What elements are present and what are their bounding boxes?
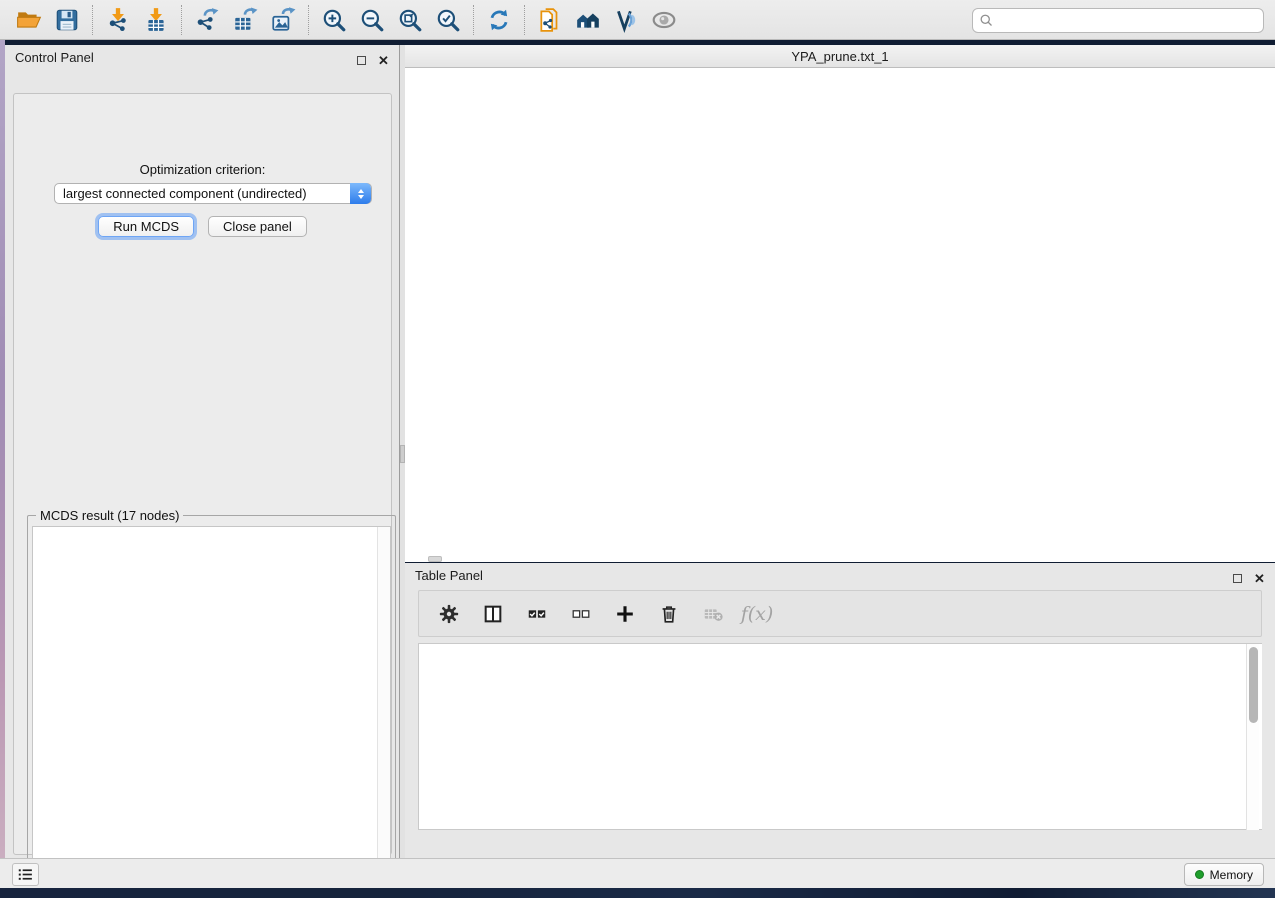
function-builder-button-disabled: f(x): [743, 600, 771, 628]
optimization-criterion-label: Optimization criterion:: [14, 162, 391, 177]
memory-label: Memory: [1210, 868, 1253, 882]
close-table-panel-icon[interactable]: ✕: [1254, 570, 1265, 581]
hide-graphics-details-button[interactable]: [607, 4, 645, 36]
save-icon: [54, 7, 80, 33]
export-table-icon: [232, 7, 258, 33]
toolbar-separator: [524, 5, 525, 35]
mcds-result-list[interactable]: [32, 526, 391, 882]
network-canvas[interactable]: [405, 68, 1275, 562]
open-folder-icon: [16, 7, 42, 33]
select-all-columns-button[interactable]: [523, 600, 551, 628]
table-panel: Table Panel ✕: [405, 563, 1275, 858]
houses-icon: [575, 7, 601, 33]
export-table-button[interactable]: [226, 4, 264, 36]
delete-table-button-disabled: [699, 600, 727, 628]
unchecked-boxes-icon: [570, 603, 592, 625]
zoom-selected-icon: [435, 7, 461, 33]
scrollbar-thumb[interactable]: [1249, 647, 1258, 723]
zoom-in-button[interactable]: [315, 4, 353, 36]
close-panel-icon[interactable]: ✕: [378, 52, 389, 63]
zoom-out-icon: [359, 7, 385, 33]
horizontal-splitter-grip[interactable]: [428, 556, 442, 562]
table-panel-title: Table Panel: [415, 568, 483, 583]
save-button[interactable]: [48, 4, 86, 36]
import-network-icon: [105, 7, 131, 33]
refresh-button[interactable]: [480, 4, 518, 36]
optimization-criterion-select[interactable]: largest connected component (undirected): [54, 183, 372, 204]
fx-icon: f(x): [741, 603, 774, 625]
table-scrollbar[interactable]: [1246, 644, 1259, 830]
network-from-selection-icon: [537, 7, 563, 33]
select-stepper-icon: [350, 183, 371, 204]
zoom-fit-button[interactable]: [391, 4, 429, 36]
create-column-button[interactable]: [611, 600, 639, 628]
unselect-all-columns-button[interactable]: [567, 600, 595, 628]
plus-icon: [614, 603, 636, 625]
toolbar-separator: [308, 5, 309, 35]
toolbar-separator: [92, 5, 93, 35]
zoom-fit-icon: [397, 7, 423, 33]
desktop-wallpaper: [0, 888, 1275, 898]
mcds-result-title: MCDS result (17 nodes): [36, 508, 183, 523]
toolbar-separator: [473, 5, 474, 35]
import-table-button[interactable]: [137, 4, 175, 36]
eye-icon: [651, 7, 677, 33]
node-table: [418, 643, 1262, 830]
main-toolbar: [0, 0, 1275, 40]
float-table-panel-icon[interactable]: [1233, 570, 1244, 581]
export-image-button[interactable]: [264, 4, 302, 36]
open-button[interactable]: [10, 4, 48, 36]
list-scrollbar[interactable]: [377, 527, 390, 881]
table-toolbar: f(x): [418, 590, 1262, 637]
list-icon: [17, 866, 34, 883]
show-graphics-details-button[interactable]: [645, 4, 683, 36]
network-window-title: YPA_prune.txt_1: [405, 49, 1275, 64]
search-input[interactable]: [994, 13, 1263, 28]
criterion-selected-value: largest connected component (undirected): [63, 186, 307, 201]
zoom-selected-button[interactable]: [429, 4, 467, 36]
task-history-button[interactable]: [12, 863, 39, 886]
show-column-selector-button[interactable]: [479, 600, 507, 628]
export-image-icon: [270, 7, 296, 33]
mcds-result-group: MCDS result (17 nodes): [27, 515, 396, 887]
first-neighbors-button[interactable]: [569, 4, 607, 36]
status-bar: Memory: [0, 858, 1275, 888]
control-panel-title: Control Panel: [15, 50, 94, 65]
new-network-from-selection-button[interactable]: [531, 4, 569, 36]
network-view-panel: YPA_prune.txt_1: [405, 45, 1275, 562]
control-panel: Control Panel ✕ Optimization criterion: …: [5, 45, 400, 858]
trash-icon: [658, 603, 680, 625]
zoom-in-icon: [321, 7, 347, 33]
gear-icon: [438, 603, 460, 625]
columns-icon: [482, 603, 504, 625]
run-mcds-button[interactable]: Run MCDS: [98, 216, 194, 237]
hide-details-icon: [613, 7, 639, 33]
checked-boxes-icon: [526, 603, 548, 625]
network-window-titlebar[interactable]: YPA_prune.txt_1: [405, 45, 1275, 68]
export-network-button[interactable]: [188, 4, 226, 36]
table-settings-button[interactable]: [435, 600, 463, 628]
memory-status-icon: [1195, 870, 1204, 879]
memory-button[interactable]: Memory: [1184, 863, 1264, 886]
global-search: [972, 8, 1264, 33]
float-panel-icon[interactable]: [357, 52, 368, 63]
network-graph[interactable]: [405, 68, 1275, 562]
close-panel-button[interactable]: Close panel: [208, 216, 307, 237]
mcds-tab-content: Optimization criterion: largest connecte…: [13, 93, 392, 855]
export-network-icon: [194, 7, 220, 33]
delete-table-icon: [702, 603, 724, 625]
zoom-out-button[interactable]: [353, 4, 391, 36]
import-network-button[interactable]: [99, 4, 137, 36]
refresh-icon: [486, 7, 512, 33]
toolbar-separator: [181, 5, 182, 35]
search-icon: [979, 13, 994, 28]
delete-column-button[interactable]: [655, 600, 683, 628]
import-table-icon: [143, 7, 169, 33]
